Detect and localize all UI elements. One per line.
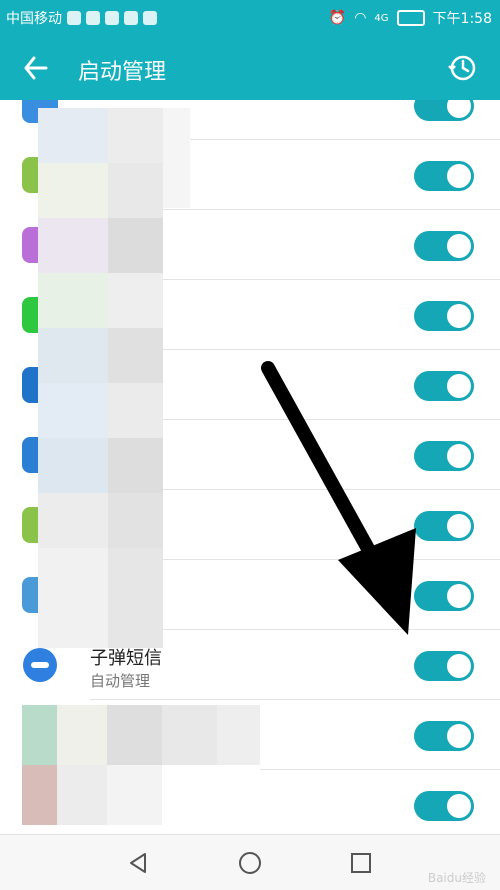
app-subtitle: 自动管理 bbox=[90, 672, 151, 690]
toggle-switch[interactable] bbox=[414, 231, 474, 261]
status-right: ⏰ ◠ 4G 下午1:58 bbox=[329, 8, 492, 28]
toggle-knob bbox=[447, 514, 471, 538]
bullet-sms-icon bbox=[23, 648, 57, 682]
time-label: 下午1:58 bbox=[432, 11, 492, 27]
page-title: 启动管理 bbox=[78, 60, 167, 85]
toggle-knob bbox=[447, 234, 471, 258]
app-notification-icon bbox=[105, 11, 119, 25]
message-icon bbox=[67, 11, 81, 25]
status-bar: 中国移动 ⏰ ◠ 4G 下午1:58 bbox=[0, 0, 500, 36]
status-left: 中国移动 bbox=[6, 8, 157, 28]
wifi-icon: ◠ bbox=[354, 10, 367, 26]
mosaic-censor bbox=[38, 108, 190, 648]
back-triangle-icon[interactable] bbox=[126, 851, 150, 875]
shield-icon bbox=[143, 11, 157, 25]
toggle-switch[interactable] bbox=[414, 161, 474, 191]
back-arrow-icon[interactable] bbox=[20, 52, 52, 84]
annotation-arrow bbox=[261, 361, 416, 635]
toggle-knob bbox=[447, 374, 471, 398]
toggle-knob bbox=[447, 794, 471, 818]
toggle-switch[interactable] bbox=[414, 721, 474, 751]
toggle-knob bbox=[447, 724, 471, 748]
carrier-label: 中国移动 bbox=[6, 11, 62, 27]
mosaic-censor bbox=[22, 705, 260, 834]
app-header: 启动管理 bbox=[0, 36, 500, 100]
toggle-knob bbox=[447, 654, 471, 678]
toggle-knob bbox=[447, 304, 471, 328]
toggle-knob bbox=[447, 164, 471, 188]
toggle-knob bbox=[447, 444, 471, 468]
toggle-knob bbox=[447, 584, 471, 608]
toggle-switch[interactable] bbox=[414, 301, 474, 331]
watermark: Baidu经验 bbox=[427, 871, 486, 885]
signal-label: 4G bbox=[374, 12, 389, 24]
alarm-icon: ⏰ bbox=[328, 10, 347, 26]
toggle-knob bbox=[447, 100, 471, 118]
home-circle-icon[interactable] bbox=[238, 851, 262, 875]
navigation-bar: Baidu经验 bbox=[0, 834, 500, 890]
music-icon bbox=[124, 11, 138, 25]
notification-icon bbox=[86, 11, 100, 25]
history-icon[interactable] bbox=[446, 52, 478, 84]
toggle-switch[interactable] bbox=[414, 651, 474, 681]
toggle-switch[interactable] bbox=[414, 791, 474, 821]
recent-apps-icon[interactable] bbox=[350, 852, 372, 874]
toggle-switch[interactable] bbox=[414, 100, 474, 121]
battery-icon bbox=[396, 10, 425, 26]
